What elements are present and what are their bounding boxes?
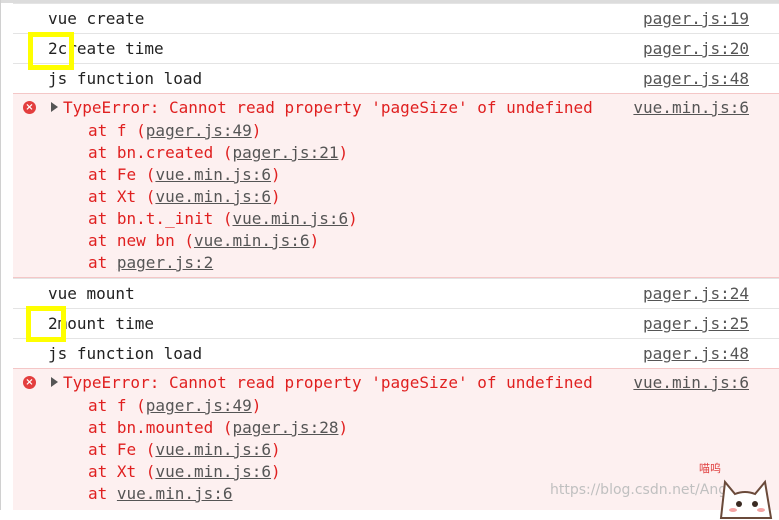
log-row: vue create pager.js:19 — [13, 3, 779, 33]
error-message: TypeError: Cannot read property 'pageSiz… — [63, 98, 593, 117]
stack-frame: at Xt (vue.min.js:6) — [88, 462, 281, 481]
stack-frame: at Xt (vue.min.js:6) — [88, 187, 281, 206]
frame-text: ) — [338, 418, 349, 437]
frame-text: at bn.t._init ( — [88, 209, 233, 228]
stack-frame: at new bn (vue.min.js:6) — [88, 231, 319, 250]
frame-text: ) — [271, 440, 281, 459]
stack-frame: at vue.min.js:6 — [88, 484, 233, 503]
frame-text: at Xt ( — [88, 462, 156, 481]
sticker-text: 喵呜 — [699, 461, 721, 475]
stack-frame: at bn.created (pager.js:21) — [88, 143, 348, 162]
cat-blush — [729, 508, 737, 512]
cat-eye — [736, 501, 742, 507]
frame-link[interactable]: pager.js:49 — [146, 121, 252, 140]
frame-text: ) — [271, 462, 281, 481]
cat-head — [719, 479, 773, 519]
log-message: js function load — [48, 344, 203, 363]
error-message: TypeError: Cannot read property 'pageSiz… — [63, 373, 593, 392]
stack-frame: at bn.t._init (vue.min.js:6) — [88, 209, 358, 228]
cat-sticker: 喵呜 — [699, 461, 773, 519]
frame-link[interactable]: vue.min.js:6 — [194, 231, 310, 250]
cat-blush — [757, 508, 765, 512]
source-link[interactable]: pager.js:48 — [643, 344, 749, 363]
frame-text: at f ( — [88, 121, 146, 140]
source-link[interactable]: pager.js:24 — [643, 284, 749, 303]
source-link[interactable]: pager.js:48 — [643, 69, 749, 88]
frame-link[interactable]: vue.min.js:6 — [155, 187, 271, 206]
log-row: 2mount time pager.js:25 — [13, 308, 779, 338]
frame-text: ) — [271, 165, 281, 184]
frame-text: at new bn ( — [88, 231, 194, 250]
frame-link[interactable]: vue.min.js:6 — [117, 484, 233, 503]
frame-text: at Fe ( — [88, 165, 156, 184]
frame-text: ) — [348, 209, 358, 228]
frame-text: at — [88, 484, 117, 503]
frame-text: at Fe ( — [88, 440, 156, 459]
frame-link[interactable]: pager.js:2 — [117, 253, 213, 272]
highlight-box — [26, 306, 66, 342]
frame-text: ) — [251, 396, 262, 415]
frame-link[interactable]: pager.js:28 — [233, 418, 339, 437]
log-row: js function load pager.js:48 — [13, 338, 779, 368]
frame-link[interactable]: vue.min.js:6 — [155, 165, 271, 184]
source-link[interactable]: pager.js:19 — [643, 9, 749, 28]
stack-frame: at Fe (vue.min.js:6) — [88, 165, 281, 184]
frame-text: at f ( — [88, 396, 146, 415]
expand-triangle-icon[interactable] — [51, 377, 58, 387]
frame-link[interactable]: vue.min.js:6 — [155, 440, 271, 459]
error-circle-icon: × — [23, 376, 36, 389]
frame-text: ) — [309, 231, 320, 250]
stack-frame: at f (pager.js:49) — [88, 396, 261, 415]
error-entry: × TypeError: Cannot read property 'pageS… — [13, 93, 779, 278]
frame-text: ) — [271, 187, 281, 206]
stack-frame: at f (pager.js:49) — [88, 121, 261, 140]
frame-text: ) — [251, 121, 262, 140]
highlight-box — [28, 32, 74, 70]
frame-text: at — [88, 253, 117, 272]
log-row: vue mount pager.js:24 — [13, 278, 779, 308]
error-circle-icon: × — [23, 101, 36, 114]
frame-link[interactable]: pager.js:21 — [233, 143, 339, 162]
log-row: 2create time pager.js:20 — [13, 33, 779, 63]
log-message: vue create — [48, 9, 145, 28]
log-row: js function load pager.js:48 — [13, 63, 779, 93]
source-link[interactable]: pager.js:25 — [643, 314, 749, 333]
frame-text: at bn.created ( — [88, 143, 233, 162]
log-message: vue mount — [48, 284, 135, 303]
stack-frame: at pager.js:2 — [88, 253, 213, 272]
expand-triangle-icon[interactable] — [51, 102, 58, 112]
frame-text: ) — [338, 143, 349, 162]
frame-link[interactable]: vue.min.js:6 — [233, 209, 349, 228]
source-link[interactable]: pager.js:20 — [643, 39, 749, 58]
source-link[interactable]: vue.min.js:6 — [633, 98, 749, 117]
frame-text: at bn.mounted ( — [88, 418, 233, 437]
devtools-console: vue create pager.js:19 2create time page… — [0, 0, 779, 519]
stack-frame: at bn.mounted (pager.js:28) — [88, 418, 348, 437]
frame-text: at Xt ( — [88, 187, 156, 206]
frame-link[interactable]: vue.min.js:6 — [155, 462, 271, 481]
stack-frame: at Fe (vue.min.js:6) — [88, 440, 281, 459]
log-message: js function load — [48, 69, 203, 88]
cat-eye — [752, 501, 758, 507]
source-link[interactable]: vue.min.js:6 — [633, 373, 749, 392]
frame-link[interactable]: pager.js:49 — [146, 396, 252, 415]
